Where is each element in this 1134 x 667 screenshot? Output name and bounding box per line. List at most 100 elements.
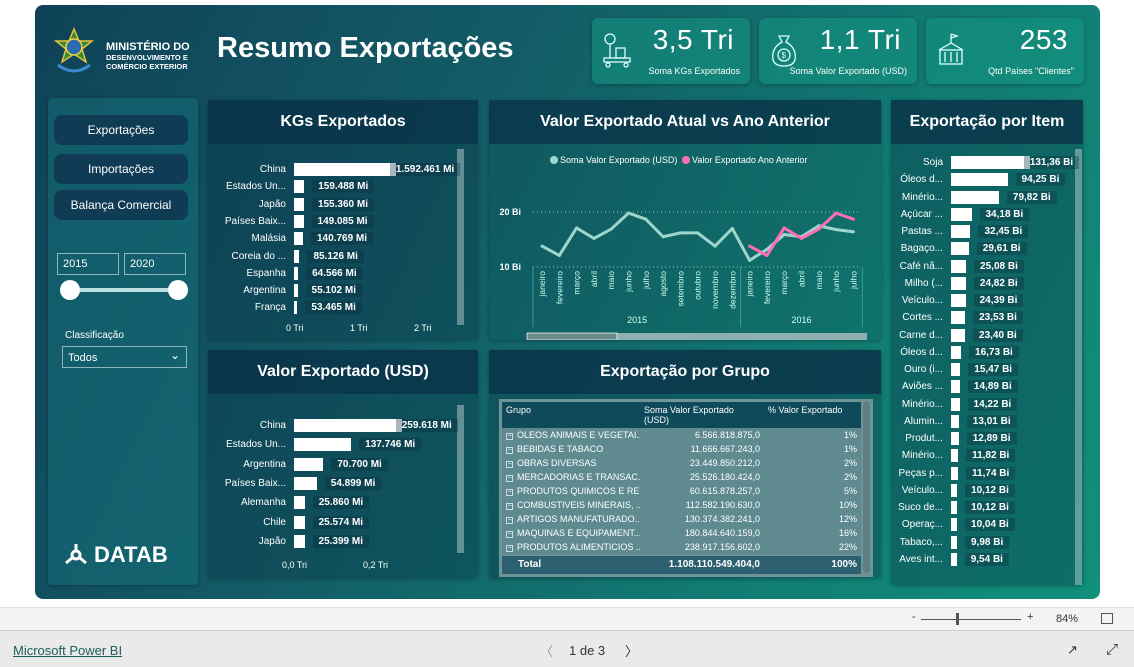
bar-category-label: China <box>259 420 286 431</box>
zoom-slider-handle[interactable] <box>956 613 959 625</box>
nav-button-balanca-comercial[interactable]: Balança Comercial <box>54 190 188 220</box>
bar <box>951 276 966 290</box>
table-row[interactable]: − ARTIGOS MANUFATURADO... 130.374.382.241,… <box>502 512 861 526</box>
percent-cell: 29% <box>764 554 861 555</box>
bar <box>294 214 304 228</box>
bar-data-label: 12,89 Bi <box>966 432 1017 445</box>
grupo-name: ARTIGOS MANUFATURADO... <box>517 514 640 524</box>
percent-cell: 12% <box>838 514 857 524</box>
datab-logo: DATAB <box>64 542 168 568</box>
data-point <box>834 211 838 215</box>
grupo-cell: − PRODUTOS QUIMICOS E RE... <box>502 484 640 498</box>
percent-cell: 10% <box>838 500 857 510</box>
bar <box>294 457 324 471</box>
bar <box>951 207 972 221</box>
x-tick-label: março <box>572 271 582 295</box>
exportacao-por-item-chart: Exportação por Item Soja 131,36 Bi Óleos d… <box>891 100 1083 585</box>
nav-button-importacoes[interactable]: Importações <box>54 154 188 184</box>
kpi-value: 1,1 Tri <box>819 24 901 55</box>
year-slider-handle-start[interactable] <box>60 280 80 300</box>
bar <box>294 301 298 315</box>
expand-icon[interactable]: − <box>506 489 513 496</box>
scrollbar[interactable] <box>1075 149 1082 585</box>
zoom-slider[interactable] <box>921 619 1021 620</box>
bar-category-label: Alumin... <box>904 415 943 427</box>
table-row[interactable]: − BEBIDAS E TABACO 11.666.667.243,0 1% <box>502 442 861 456</box>
table-row[interactable]: − MERCADORIAS E TRANSAC... 25.526.180.424,… <box>502 470 861 484</box>
bar <box>951 156 1030 169</box>
table-row[interactable]: − PRODUTOS QUIMICOS E RE... 60.615.878.257… <box>502 484 861 498</box>
bar-category-label: Milho (... <box>904 277 943 289</box>
expand-icon[interactable]: − <box>506 433 513 440</box>
x-group-label: 2015 <box>627 315 647 325</box>
footer: Microsoft Power BI 〈 1 de 3 〉 ↗ ⤢ <box>0 631 1134 667</box>
percent-cell: 16% <box>838 528 857 538</box>
scrollbar[interactable] <box>457 405 464 553</box>
bar-category-label: Café nã... <box>899 260 943 272</box>
year-slider-handle-end[interactable] <box>168 280 188 300</box>
nav-button-exportacoes[interactable]: Exportações <box>54 115 188 145</box>
data-point <box>575 226 579 230</box>
total-percent: 100% <box>764 556 861 574</box>
x-tick-label: janeiro <box>745 271 755 298</box>
table-body-viewport: Grupo Soma Valor Exportado (USD) % Valor… <box>502 402 861 555</box>
value-cell: 6.566.818.875,0 <box>694 430 760 440</box>
table-row[interactable]: − COMBUSTIVEIS MINERAIS, ... 112.582.190.6… <box>502 498 861 512</box>
bar-data-label: 1.592.461 Mi <box>389 163 461 176</box>
data-point <box>609 227 613 231</box>
table-scrollbar[interactable] <box>863 401 870 573</box>
grupo-cell: − OBRAS DIVERSAS <box>502 456 640 470</box>
bar <box>951 173 1008 187</box>
data-point <box>678 231 682 235</box>
column-header-grupo[interactable]: Grupo <box>502 402 640 428</box>
table-row[interactable]: −MATERIAS EM BRUTO, NAO ...317.566.784.7… <box>502 554 861 555</box>
scrollbar-thumb[interactable] <box>526 332 618 340</box>
year-from-input[interactable]: 2015 <box>57 253 119 275</box>
fullscreen-icon[interactable]: ⤢ <box>1106 641 1118 658</box>
expand-icon[interactable]: − <box>506 545 513 552</box>
table-row[interactable]: − PRODUTOS ALIMENTICIOS ... 238.917.156.60… <box>502 540 861 554</box>
bar-data-label: 29,61 Bi <box>976 242 1027 256</box>
share-icon[interactable]: ↗ <box>1067 642 1078 658</box>
value-cell: 112.582.190.630,0 <box>685 500 760 510</box>
ministry-name: MINISTÉRIO DO DESENVOLVIMENTO E COMÉRCIO… <box>106 41 190 71</box>
bar <box>294 534 305 548</box>
bar-category-label: Veículo... <box>901 484 943 496</box>
data-point <box>765 253 769 257</box>
chart-title: Valor Exportado (USD) <box>208 350 478 394</box>
classificacao-dropdown[interactable]: Todos ⌄ <box>62 346 187 368</box>
table-row[interactable]: − MAQUINAS E EQUIPAMENT... 180.844.640.159… <box>502 526 861 540</box>
sidebar: Exportações Importações Balança Comercia… <box>48 98 198 585</box>
percent-cell: 1% <box>843 430 857 440</box>
expand-icon[interactable]: − <box>506 475 513 482</box>
fit-to-page-icon[interactable] <box>1101 613 1113 624</box>
year-to-input[interactable]: 2020 <box>124 253 186 275</box>
percent-cell: 1% <box>843 444 857 454</box>
total-value: 1.108.110.549.404,0 <box>640 556 764 574</box>
prev-page-icon[interactable]: 〈 <box>540 641 553 660</box>
bar <box>951 328 966 342</box>
line-chart-svg: Soma Valor Exportado (USD) Valor Exportad… <box>499 155 867 340</box>
expand-icon[interactable]: − <box>506 517 513 524</box>
next-page-icon[interactable]: 〉 <box>625 641 638 660</box>
year-slider-track[interactable] <box>70 288 178 292</box>
bar-category-label: Carne d... <box>899 329 943 341</box>
bar-data-label: 34,18 Bi <box>979 207 1030 221</box>
chart-title: Exportação por Grupo <box>489 350 881 394</box>
column-header-percent[interactable]: % Valor Exportado <box>764 402 861 428</box>
table-row[interactable]: − OLEOS ANIMAIS E VEGETAI... 6.566.818.875… <box>502 428 861 442</box>
x-tick-label: junho <box>831 271 841 293</box>
column-header-soma[interactable]: Soma Valor Exportado (USD) <box>640 402 764 428</box>
table-row[interactable]: − OBRAS DIVERSAS 23.449.850.212,0 2% <box>502 456 861 470</box>
zoom-out-button[interactable]: - <box>912 611 916 623</box>
power-bi-link[interactable]: Microsoft Power BI <box>13 643 122 658</box>
value-cell: 23.449.850.212,0 <box>689 458 760 468</box>
bar-category-label: Países Baix... <box>224 477 286 489</box>
data-point <box>557 253 561 257</box>
zoom-in-button[interactable]: + <box>1027 611 1033 623</box>
expand-icon[interactable]: − <box>506 531 513 538</box>
bar-category-label: China <box>259 164 286 175</box>
expand-icon[interactable]: − <box>506 461 513 468</box>
expand-icon[interactable]: − <box>506 447 513 454</box>
expand-icon[interactable]: − <box>506 503 513 510</box>
